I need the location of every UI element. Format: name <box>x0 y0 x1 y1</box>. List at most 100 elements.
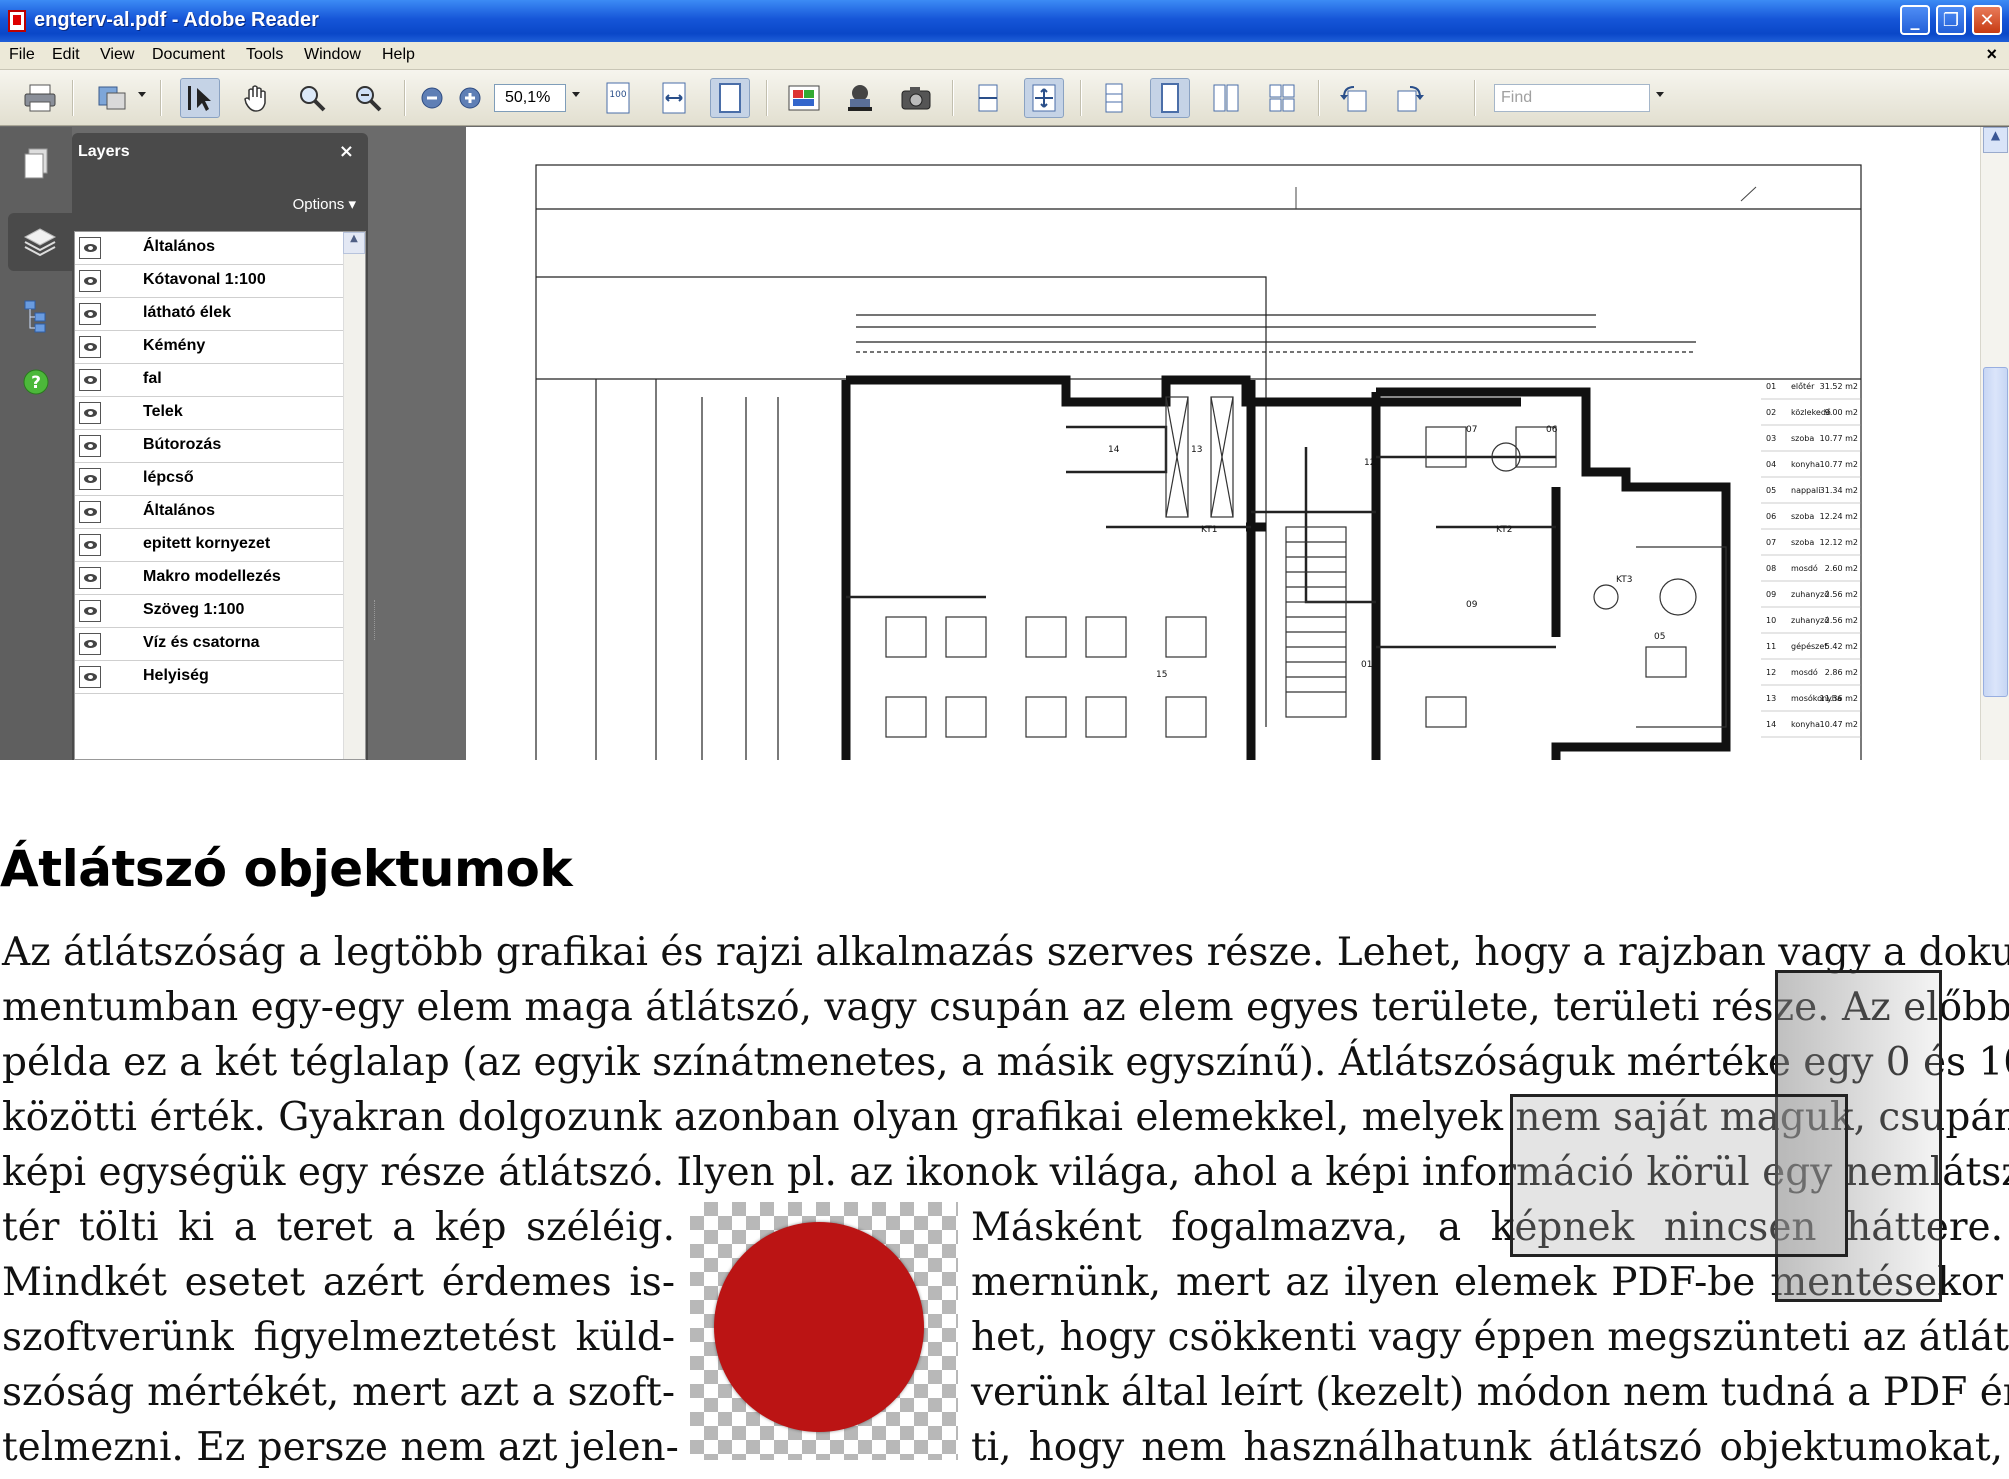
layer-row[interactable]: Kótavonal 1:100 <box>75 265 343 298</box>
snapshot-tool-button[interactable] <box>896 78 936 118</box>
layer-row[interactable]: Bútorozás <box>75 430 343 463</box>
close-panel-button[interactable]: × <box>339 141 354 162</box>
eye-icon[interactable] <box>79 237 101 259</box>
find-input[interactable]: Find <box>1494 84 1650 112</box>
multimedia-button[interactable] <box>784 78 824 118</box>
chevron-down-icon[interactable] <box>138 92 146 97</box>
eye-icon[interactable] <box>79 270 101 292</box>
collaborate-icon <box>98 86 126 110</box>
eye-icon[interactable] <box>79 666 101 688</box>
eye-icon[interactable] <box>79 567 101 589</box>
room-tag: 01 <box>1361 660 1372 670</box>
eye-icon[interactable] <box>79 369 101 391</box>
menu-window[interactable]: Window <box>304 46 361 64</box>
menu-document[interactable]: Document <box>152 46 225 64</box>
fit-page-button[interactable] <box>710 78 750 118</box>
paragraph-line: het, hogy csökkenti vagy éppen megszünte… <box>971 1315 2009 1360</box>
layer-row[interactable]: Általános <box>75 496 343 529</box>
rotate-right-icon <box>1397 86 1424 112</box>
room-name: konyha <box>1791 460 1820 469</box>
menu-help[interactable]: Help <box>382 46 415 64</box>
layers-panel-button[interactable] <box>8 213 72 271</box>
layer-row[interactable]: epitett kornyezet <box>75 529 343 562</box>
layer-row[interactable]: fal <box>75 364 343 397</box>
two-page-continuous-button[interactable] <box>1262 78 1302 118</box>
layer-row[interactable]: Általános <box>75 232 343 265</box>
layer-name: látható élek <box>143 304 232 321</box>
layer-row[interactable]: Víz és csatorna <box>75 628 343 661</box>
panel-splitter[interactable] <box>368 127 466 760</box>
transparency-checkerboard <box>690 1202 958 1460</box>
eye-icon[interactable] <box>79 600 101 622</box>
continuous-page-button[interactable] <box>1150 78 1190 118</box>
eye-icon[interactable] <box>79 633 101 655</box>
fit-width-button[interactable] <box>654 78 694 118</box>
splitter-grip[interactable] <box>374 600 378 640</box>
hand-tool-button[interactable] <box>236 78 276 118</box>
eye-icon[interactable] <box>79 402 101 424</box>
layer-row[interactable]: Kémény <box>75 331 343 364</box>
menu-tools[interactable]: Tools <box>246 46 283 64</box>
toolbar-separator <box>1474 80 1476 116</box>
eye-icon[interactable] <box>79 468 101 490</box>
two-page-button[interactable] <box>1206 78 1246 118</box>
full-screen-button[interactable] <box>1024 78 1064 118</box>
help-button[interactable]: ? <box>8 353 64 411</box>
restore-button[interactable]: ❐ <box>1936 5 1966 35</box>
eye-icon[interactable] <box>79 303 101 325</box>
dynamic-zoom-button[interactable] <box>348 78 388 118</box>
layer-row[interactable]: Helyiség <box>75 661 343 694</box>
collaborate-button[interactable] <box>92 78 132 118</box>
eye-icon[interactable] <box>79 336 101 358</box>
layer-row[interactable]: lépcső <box>75 463 343 496</box>
menu-file[interactable]: File <box>9 46 35 64</box>
select-tool-button[interactable] <box>180 78 220 118</box>
room-area: 31.34 m2 <box>1820 486 1858 495</box>
rotate-counterclockwise-button[interactable] <box>1334 78 1374 118</box>
actual-size-button[interactable]: 100 <box>598 78 638 118</box>
zoom-out-button[interactable] <box>412 78 452 118</box>
layer-row[interactable]: látható élek <box>75 298 343 331</box>
rotate-clockwise-button[interactable] <box>1390 78 1430 118</box>
pdf-app-icon <box>8 10 26 32</box>
menu-view[interactable]: View <box>100 46 134 64</box>
zoom-in-button[interactable] <box>450 78 490 118</box>
layer-list-scrollbar[interactable]: ▲ <box>343 232 365 759</box>
flat-transparent-rectangle <box>1510 1094 1848 1257</box>
menu-edit[interactable]: Edit <box>52 46 80 64</box>
toolbar-separator <box>1080 80 1082 116</box>
room-number: 11 <box>1766 642 1776 651</box>
options-menu-button[interactable]: Options ▾ <box>293 195 356 213</box>
close-document-button[interactable]: × <box>1986 44 1997 65</box>
layers-panel: Layers × Options ▾ ▲ Általános Kótavonal… <box>72 133 368 760</box>
marquee-zoom-button[interactable] <box>292 78 332 118</box>
eye-icon[interactable] <box>79 435 101 457</box>
eye-icon[interactable] <box>79 534 101 556</box>
scroll-up-button[interactable]: ▲ <box>1983 127 2008 153</box>
layer-row[interactable]: Makro modellezés <box>75 562 343 595</box>
room-number: 13 <box>1766 694 1776 703</box>
toolbar-separator <box>766 80 768 116</box>
page-scrollbar[interactable]: ▲ <box>1980 127 2009 760</box>
scroll-up-button[interactable]: ▲ <box>343 232 365 254</box>
eye-icon[interactable] <box>79 501 101 523</box>
zoom-icon <box>356 86 382 112</box>
print-button[interactable] <box>20 78 60 118</box>
layer-row[interactable]: Szöveg 1:100 <box>75 595 343 628</box>
scroll-thumb[interactable] <box>1983 367 2008 697</box>
layer-row[interactable]: Telek <box>75 397 343 430</box>
stamp-tool-button[interactable] <box>840 78 880 118</box>
rotate-view-button[interactable] <box>968 78 1008 118</box>
zoom-level-input[interactable]: 50,1% <box>494 84 566 112</box>
fit-width-icon <box>662 82 686 114</box>
single-page-button[interactable] <box>1094 78 1134 118</box>
fit-page-icon <box>719 83 741 113</box>
minimize-button[interactable]: _ <box>1900 5 1930 35</box>
pages-panel-button[interactable] <box>8 135 64 193</box>
chevron-down-icon[interactable] <box>572 92 580 97</box>
close-window-button[interactable]: ✕ <box>1972 5 2002 35</box>
paragraph-line: Mindkét esetet azért érdemes is- <box>2 1260 675 1305</box>
model-tree-button[interactable] <box>8 287 64 345</box>
chevron-down-icon[interactable] <box>1656 92 1664 97</box>
pdf-page: 01 előtér 31.52 m2 02 közlekedő 9.00 m2 03 szob… <box>466 127 1980 760</box>
